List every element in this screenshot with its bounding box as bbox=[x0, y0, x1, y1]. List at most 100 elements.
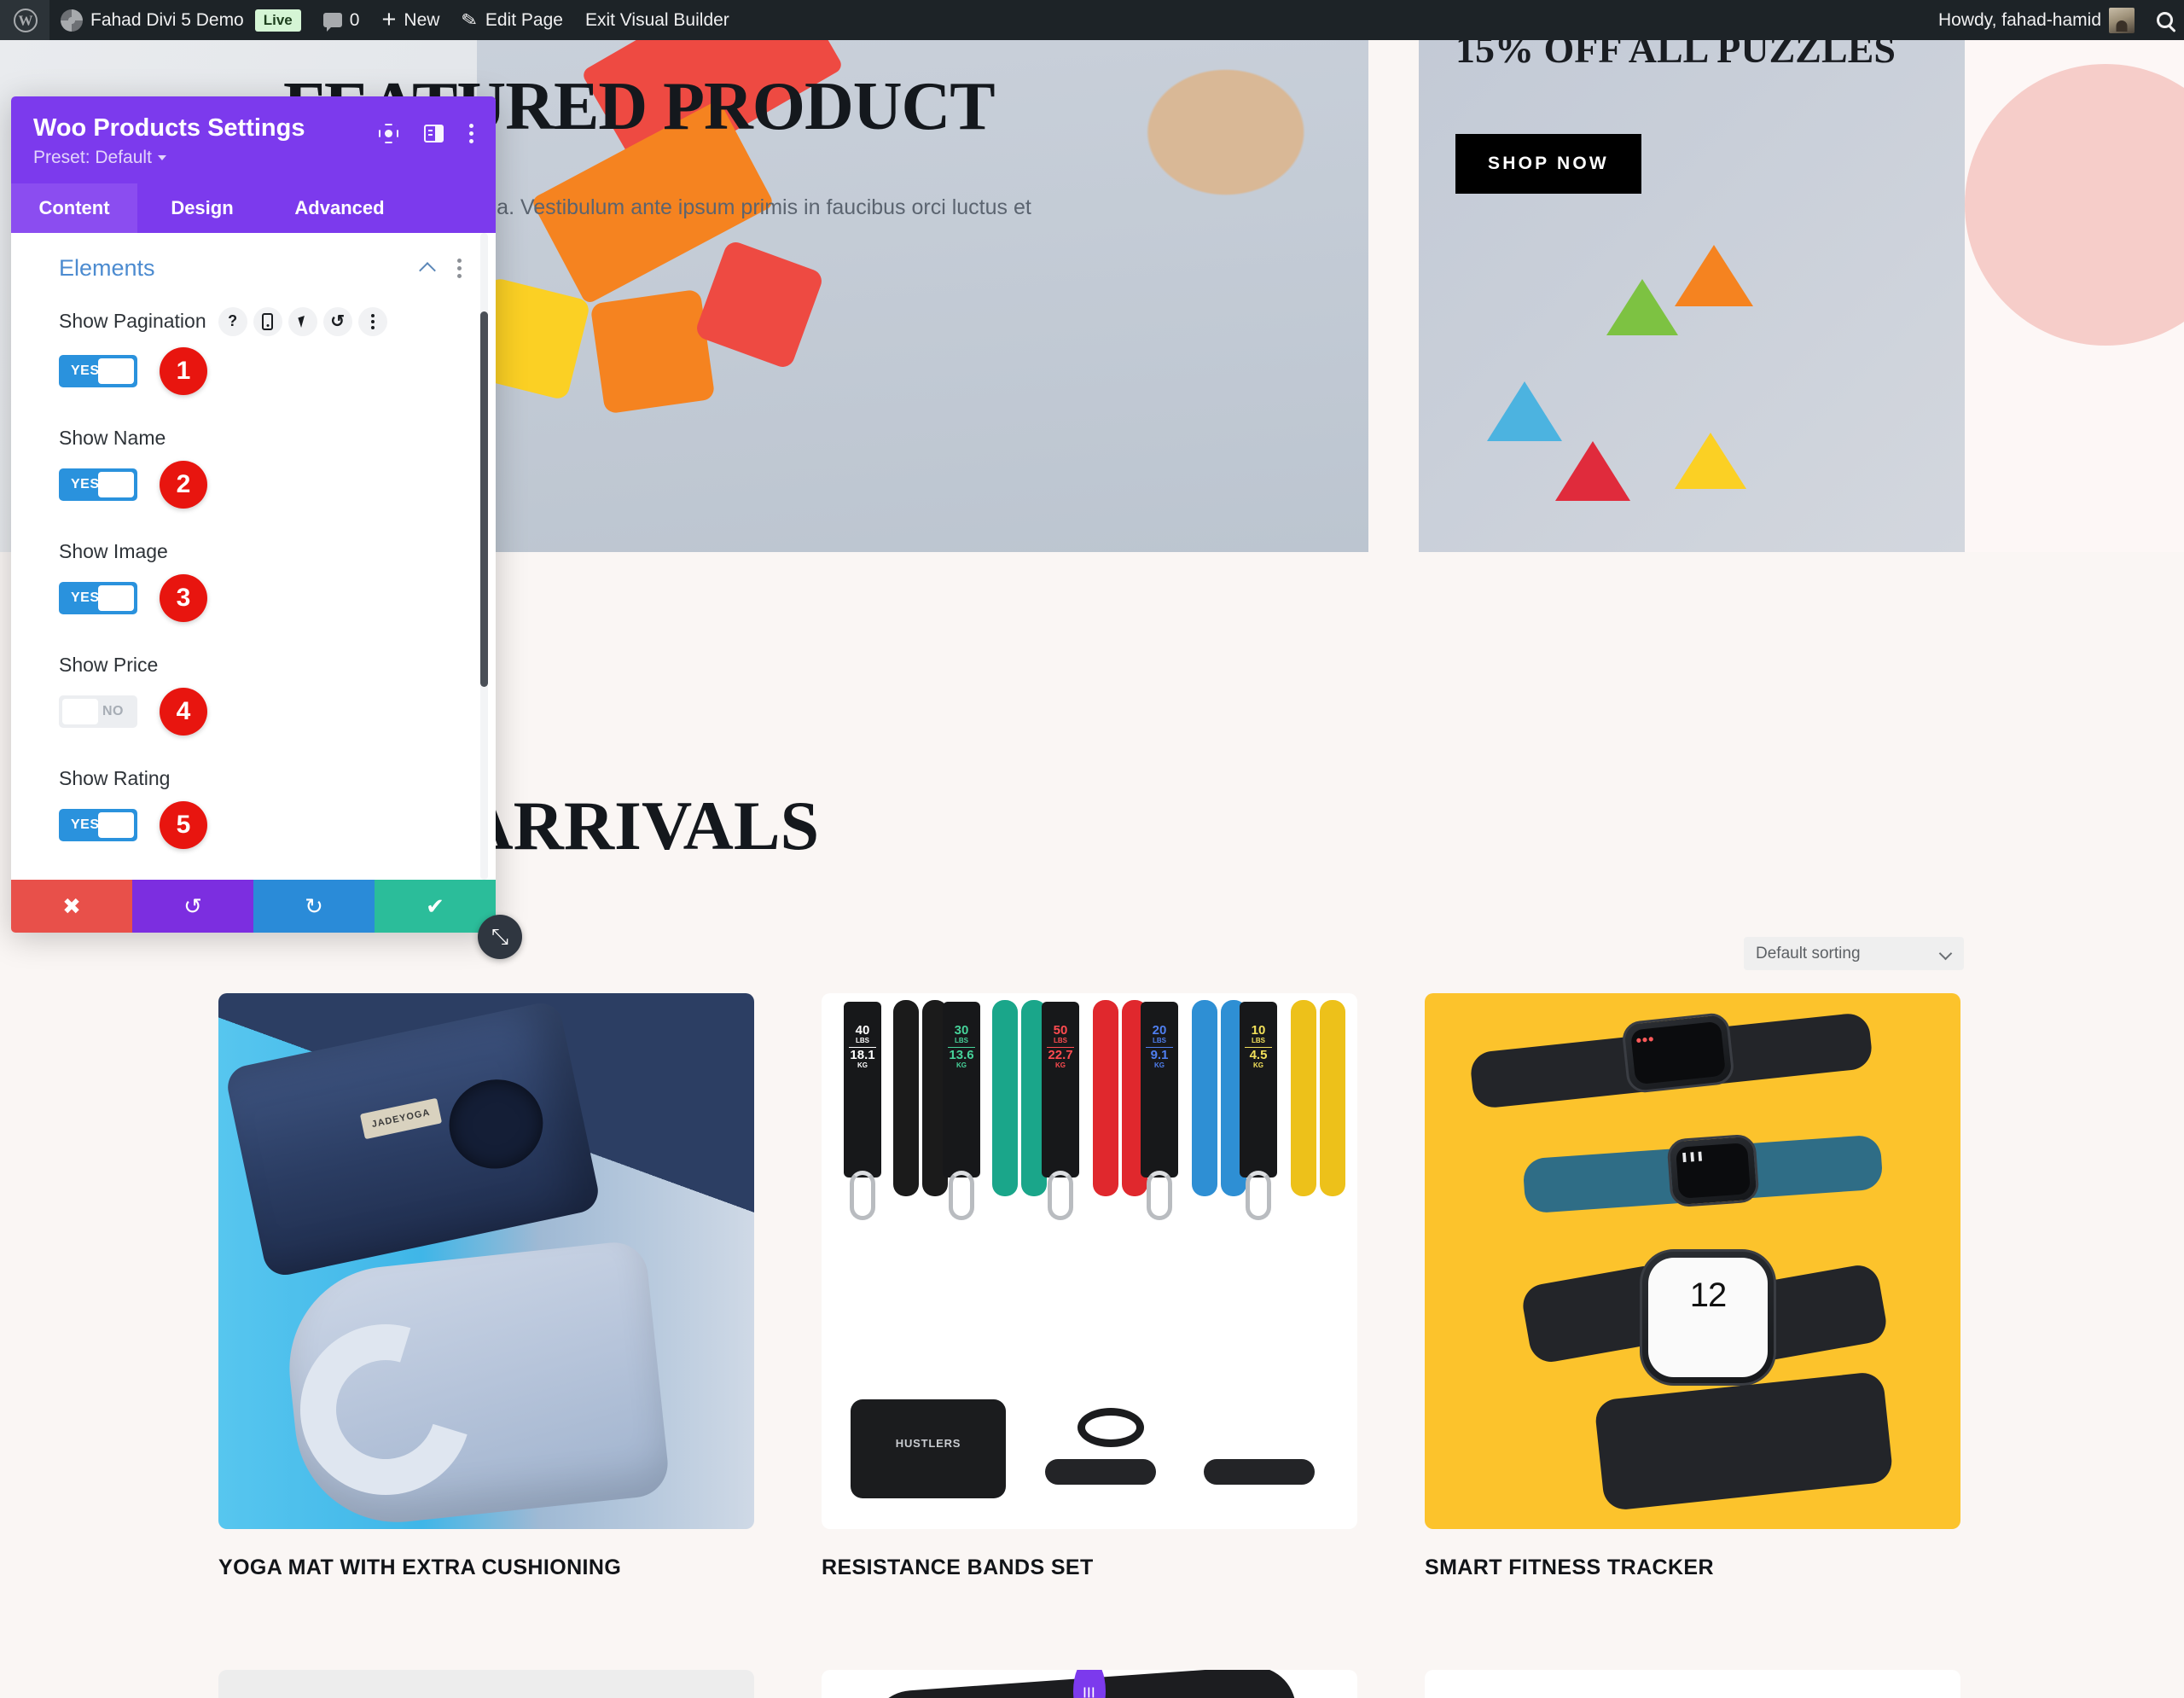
focus-target-icon[interactable] bbox=[379, 124, 398, 143]
account-menu[interactable]: Howdy, fahad-hamid bbox=[1927, 0, 2146, 40]
band-handle bbox=[1045, 1459, 1156, 1485]
watch-strap-lower bbox=[1594, 1370, 1894, 1512]
product-image-resistance-bands[interactable]: 40 LBS 18.1 KG 30 LBS 13.6 KG 50 LBS 22.… bbox=[822, 993, 1357, 1529]
field-label: Show Rating bbox=[59, 766, 171, 789]
toggle-show-image[interactable]: YES bbox=[59, 581, 137, 614]
plus-icon: + bbox=[381, 6, 397, 33]
puzzle-triangle bbox=[1606, 279, 1678, 335]
exit-visual-builder-button[interactable]: Exit Visual Builder bbox=[574, 0, 741, 40]
field-show-price: Show Price NO 4 bbox=[59, 654, 462, 736]
field-show-rating: Show Rating YES 5 bbox=[59, 767, 462, 849]
step-badge-1: 1 bbox=[160, 346, 207, 395]
wordpress-logo-icon bbox=[14, 8, 38, 32]
band-weight-label: 50 LBS 22.7 KG bbox=[1047, 1023, 1074, 1069]
puzzle-shape bbox=[694, 239, 825, 370]
field-label: Show Pagination bbox=[59, 310, 206, 333]
band-weight-label: 20 LBS 9.1 KG bbox=[1141, 1023, 1178, 1070]
more-options-icon[interactable] bbox=[357, 306, 387, 336]
woo-products-settings-modal[interactable]: Woo Products Settings Preset: Default Co… bbox=[11, 96, 522, 959]
tracker-display: ❚❚❚ bbox=[1666, 1133, 1760, 1208]
resize-diagonal-icon[interactable]: ⤡ bbox=[478, 915, 522, 959]
yoga-mat-core bbox=[440, 1071, 552, 1178]
tab-advanced[interactable]: Advanced bbox=[267, 183, 412, 233]
toggle-value: YES bbox=[71, 476, 100, 491]
tracker-screen: ❚❚❚ bbox=[1676, 1143, 1751, 1199]
field-label: Show Image bbox=[59, 539, 168, 562]
field-label: Show Name bbox=[59, 426, 166, 449]
toggle-knob bbox=[98, 358, 134, 384]
howdy-label: Howdy, fahad-hamid bbox=[1937, 9, 2101, 30]
product-image-placeholder[interactable] bbox=[218, 1670, 754, 1698]
new-content-button[interactable]: + New bbox=[370, 0, 450, 40]
carry-pouch: HUSTLERS bbox=[851, 1399, 1006, 1498]
toggle-show-rating[interactable]: YES bbox=[59, 808, 137, 841]
field-show-name: Show Name YES 2 bbox=[59, 427, 462, 509]
product-image-yoga-mat[interactable]: JADEYOGA bbox=[218, 993, 754, 1529]
step-badge-5: 5 bbox=[160, 800, 207, 849]
product-image-placeholder[interactable]: ||| bbox=[822, 1670, 1357, 1698]
toggle-show-pagination[interactable]: YES bbox=[59, 354, 137, 387]
tab-content[interactable]: Content bbox=[11, 183, 137, 233]
search-button[interactable] bbox=[2146, 0, 2184, 40]
elements-section-header[interactable]: Elements bbox=[59, 255, 462, 282]
band-tube bbox=[1291, 1000, 1316, 1196]
help-icon[interactable]: ? bbox=[218, 306, 247, 336]
settings-scroll-area: Elements Show Pagination ? ↺ YES 1 Show … bbox=[11, 233, 496, 880]
tab-design[interactable]: Design bbox=[137, 183, 267, 233]
divi-drag-handle[interactable]: ||| bbox=[1073, 1670, 1106, 1698]
avatar bbox=[2109, 7, 2135, 33]
responsive-phone-icon[interactable] bbox=[253, 306, 282, 336]
chevron-up-icon[interactable] bbox=[419, 261, 436, 279]
preset-selector[interactable]: Preset: Default bbox=[33, 148, 166, 168]
toggle-value: NO bbox=[102, 703, 124, 718]
toggle-knob bbox=[98, 584, 134, 611]
puzzle-triangle bbox=[1555, 441, 1630, 501]
toggle-show-name[interactable]: YES bbox=[59, 468, 137, 501]
hover-cursor-icon[interactable] bbox=[288, 306, 317, 336]
toggle-value: YES bbox=[71, 817, 100, 832]
hero-decoration bbox=[1965, 40, 2184, 552]
more-options-icon[interactable] bbox=[457, 258, 462, 278]
watch-screen: 12 bbox=[1648, 1258, 1768, 1377]
puzzle-triangle bbox=[1675, 433, 1746, 489]
step-badge-2: 2 bbox=[160, 460, 207, 509]
layout-panel-icon[interactable] bbox=[424, 125, 444, 142]
door-anchor bbox=[1077, 1408, 1144, 1447]
band-handle bbox=[1204, 1459, 1315, 1485]
product-title[interactable]: YOGA MAT WITH EXTRA CUSHIONING bbox=[218, 1556, 754, 1580]
sorting-control[interactable]: Default sorting bbox=[1744, 937, 1964, 970]
comments-button[interactable]: 0 bbox=[312, 0, 371, 40]
product-title[interactable]: SMART FITNESS TRACKER bbox=[1425, 1556, 1960, 1580]
tracker-screen: ●●● bbox=[1629, 1021, 1727, 1085]
more-options-icon[interactable] bbox=[469, 124, 473, 143]
product-grid: JADEYOGA YOGA MAT WITH EXTRA CUSHIONING bbox=[218, 993, 1967, 1580]
field-label: Show Price bbox=[59, 653, 159, 676]
toggle-value: YES bbox=[71, 363, 100, 378]
save-button[interactable]: ✔ bbox=[375, 880, 496, 933]
band-weight-label: 30 LBS 13.6 KG bbox=[948, 1023, 975, 1069]
redo-button[interactable]: ↻ bbox=[253, 880, 375, 933]
promo-banner: 15% OFF ALL PUZZLES SHOP NOW bbox=[1419, 40, 1965, 552]
field-show-image: Show Image YES 3 bbox=[59, 540, 462, 622]
drag-handle-icon: ||| bbox=[1083, 1684, 1096, 1698]
shop-now-button[interactable]: SHOP NOW bbox=[1455, 134, 1641, 194]
product-title[interactable]: RESISTANCE BANDS SET bbox=[822, 1556, 1357, 1580]
sorting-select[interactable]: Default sorting bbox=[1744, 937, 1964, 970]
reset-undo-icon[interactable]: ↺ bbox=[322, 306, 352, 336]
edit-page-button[interactable]: ✎ Edit Page bbox=[450, 0, 574, 40]
product-card[interactable]: 40 LBS 18.1 KG 30 LBS 13.6 KG 50 LBS 22.… bbox=[822, 993, 1357, 1580]
dashboard-icon bbox=[61, 9, 83, 32]
product-image-placeholder[interactable] bbox=[1425, 1670, 1960, 1698]
band-clip: 10 LBS 4.5 KG bbox=[1240, 1002, 1277, 1258]
toggle-knob bbox=[98, 471, 134, 497]
exit-visual-builder-label: Exit Visual Builder bbox=[584, 9, 729, 30]
product-card[interactable]: ●●● ❚❚❚ 12 SMART FITNESS TRACKER bbox=[1425, 993, 1960, 1580]
undo-button[interactable]: ↺ bbox=[132, 880, 253, 933]
band-weight-label: 40 LBS 18.1 KG bbox=[849, 1023, 876, 1069]
product-card[interactable]: JADEYOGA YOGA MAT WITH EXTRA CUSHIONING bbox=[218, 993, 754, 1580]
product-image-fitness-tracker[interactable]: ●●● ❚❚❚ 12 bbox=[1425, 993, 1960, 1529]
cancel-button[interactable]: ✖ bbox=[11, 880, 132, 933]
toggle-show-price[interactable]: NO bbox=[59, 695, 137, 728]
wordpress-logo-button[interactable] bbox=[0, 0, 49, 40]
site-name-menu[interactable]: Fahad Divi 5 Demo Live bbox=[49, 0, 312, 40]
